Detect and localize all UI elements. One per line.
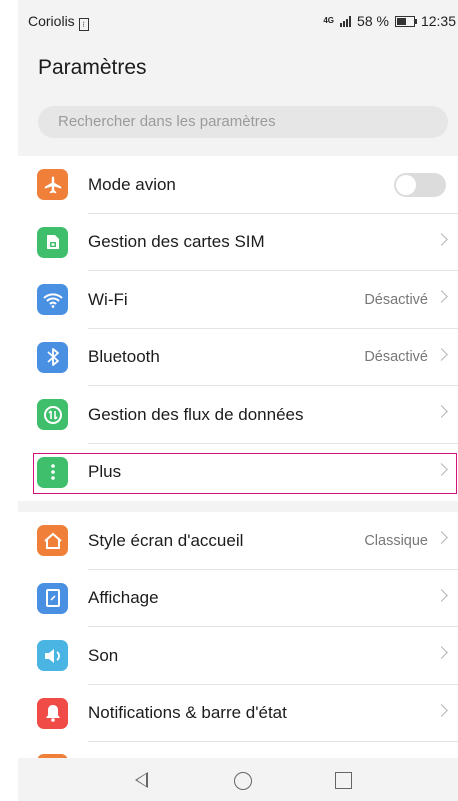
sound-icon xyxy=(37,640,68,671)
navigation-bar xyxy=(18,758,458,801)
settings-group-display: Style écran d'accueil Classique Affichag… xyxy=(18,512,458,772)
clock: 12:35 xyxy=(420,13,456,29)
setting-label: Mode avion xyxy=(88,174,176,194)
setting-home-screen-style[interactable]: Style écran d'accueil Classique xyxy=(18,512,458,570)
setting-value: Désactivé xyxy=(364,291,428,308)
setting-label: Gestion des cartes SIM xyxy=(88,232,265,252)
back-icon[interactable] xyxy=(135,772,148,788)
setting-data-usage[interactable]: Gestion des flux de données xyxy=(18,386,458,444)
search-input[interactable]: Rechercher dans les paramètres xyxy=(38,106,448,138)
airplane-mode-toggle[interactable] xyxy=(394,173,446,197)
signal-icon xyxy=(340,15,352,27)
setting-label: Bluetooth xyxy=(88,347,160,367)
setting-value: Classique xyxy=(364,532,428,549)
airplane-icon xyxy=(37,169,68,200)
setting-bluetooth[interactable]: Bluetooth Désactivé xyxy=(18,329,458,386)
setting-label: Affichage xyxy=(88,588,159,608)
setting-label: Son xyxy=(88,645,119,665)
setting-sound[interactable]: Son xyxy=(18,627,458,685)
page-title: Paramètres xyxy=(38,56,147,79)
chevron-right-icon xyxy=(435,531,448,544)
chevron-right-icon xyxy=(435,232,448,246)
setting-value: Désactivé xyxy=(364,349,428,366)
notification-icon xyxy=(37,697,68,729)
chevron-right-icon xyxy=(435,405,448,418)
battery-icon xyxy=(394,15,417,27)
setting-wifi[interactable]: Wi-Fi Désactivé xyxy=(18,271,458,329)
chevron-right-icon xyxy=(435,703,448,717)
sim-status-icon: ⁝ xyxy=(78,18,89,31)
chevron-right-icon xyxy=(435,462,448,476)
setting-label: Gestion des flux de données xyxy=(88,404,304,424)
home-icon[interactable] xyxy=(234,772,252,790)
network-type: 4G xyxy=(323,16,335,25)
status-bar: Coriolis ⁝ 4G 58 % 12:35 xyxy=(18,0,458,44)
chevron-right-icon xyxy=(435,347,448,361)
setting-label: Style écran d'accueil xyxy=(88,530,244,550)
chevron-right-icon xyxy=(435,646,448,659)
recent-apps-icon[interactable] xyxy=(335,772,352,789)
chevron-right-icon xyxy=(435,588,448,602)
setting-display[interactable]: Affichage xyxy=(18,570,458,627)
wifi-icon xyxy=(37,284,68,315)
display-icon xyxy=(37,582,68,614)
chevron-right-icon xyxy=(435,290,448,303)
more-icon xyxy=(37,456,68,488)
bluetooth-icon xyxy=(37,341,68,373)
carrier-label: Coriolis xyxy=(28,13,75,29)
sim-card-icon xyxy=(37,226,68,258)
settings-group-connectivity: Mode avion Gestion des cartes SIM Wi-Fi … xyxy=(18,156,458,501)
data-usage-icon xyxy=(37,399,68,430)
setting-notifications[interactable]: Notifications & barre d'état xyxy=(18,685,458,742)
home-screen-icon xyxy=(37,525,68,556)
settings-screen: Coriolis ⁝ 4G 58 % 12:35 Paramètres Reche… xyxy=(18,0,458,801)
setting-sim-cards[interactable]: Gestion des cartes SIM xyxy=(18,214,458,271)
search-placeholder: Rechercher dans les paramètres xyxy=(58,113,276,130)
battery-percent: 58 % xyxy=(357,13,389,29)
setting-label: Notifications & barre d'état xyxy=(88,703,287,723)
status-right: 4G 58 % 12:35 xyxy=(323,13,456,29)
setting-more[interactable]: Plus xyxy=(18,444,458,502)
setting-label: Wi-Fi xyxy=(88,289,128,309)
setting-airplane-mode[interactable]: Mode avion xyxy=(18,156,458,214)
toggle-knob xyxy=(396,175,416,195)
setting-label: Plus xyxy=(88,462,122,482)
carrier-name: Coriolis ⁝ xyxy=(28,13,89,31)
